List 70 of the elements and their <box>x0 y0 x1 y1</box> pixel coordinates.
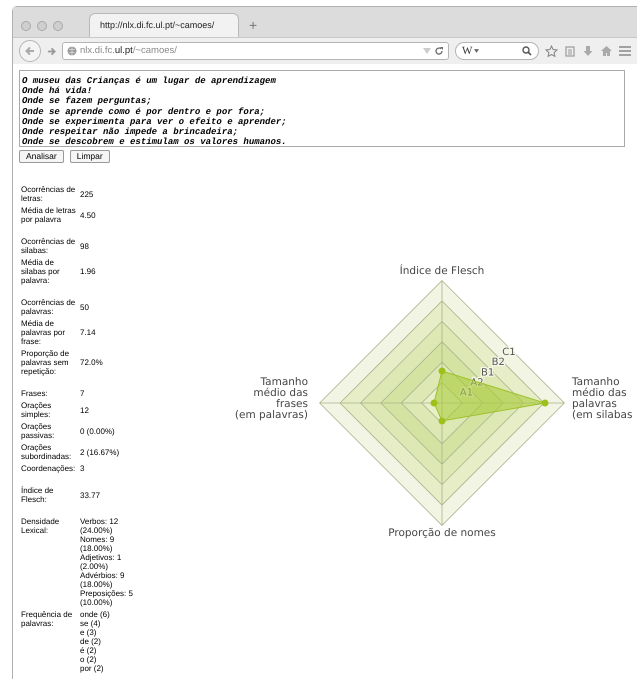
star-icon[interactable] <box>545 44 558 58</box>
form-button[interactable]: Analisar <box>19 150 64 163</box>
axis-label: Tamanho médio das palavras (em silabas <box>572 376 632 421</box>
stat-value: Adjetivos: 1 (2.00%) <box>80 553 122 571</box>
forward-arrow-icon[interactable] <box>47 46 56 56</box>
search-icon[interactable] <box>522 46 532 56</box>
stat-value: Preposições: 5 (10.00%) <box>80 589 134 607</box>
stat-value: 33.77 <box>80 490 100 500</box>
search-engine-label: W <box>462 44 472 59</box>
stat-value: 225 <box>80 190 94 198</box>
stat-value: Verbos: 12 (24.00%) <box>80 517 120 535</box>
level-label: B2 <box>492 357 505 368</box>
stat-label: Média de silabas por palavra: <box>21 258 61 285</box>
stat-value: é (2) <box>80 646 98 655</box>
stat-value: 0 (0.00%) <box>80 426 115 436</box>
stat-value: Nomes: 9 (18.00%) <box>80 535 116 553</box>
reload-icon[interactable] <box>434 46 444 56</box>
stat-label: Ocorrências de letras: <box>21 185 76 203</box>
stat-label: Orações passivas: <box>21 422 56 440</box>
stat-label: Média de letras por palavra <box>21 206 76 224</box>
stat-label: Densidade Lexical: <box>21 517 60 535</box>
stat-value: 50 <box>80 302 89 312</box>
stat-label: Orações simples: <box>21 401 52 419</box>
stat-value: Advérbios: 9 (18.00%) <box>80 571 126 589</box>
stat-value: 1.96 <box>80 267 96 276</box>
stat-value: 4.50 <box>80 210 96 220</box>
dropdown-icon <box>474 49 480 53</box>
axis-label: Índice de Flesch <box>400 265 484 277</box>
home-icon[interactable] <box>600 45 613 57</box>
stat-value: e (3) <box>80 628 98 637</box>
level-label: A2 <box>470 378 484 389</box>
stat-label: Frases: <box>21 389 49 398</box>
address-bar[interactable]: nlx.di.fc.ul.pt/~camoes/ <box>62 42 449 60</box>
browser-tab[interactable]: http://nlx.di.fc.ul.pt/~camoes/ <box>89 13 239 37</box>
url-text: nlx.di.fc.ul.pt/~camoes/ <box>80 44 177 58</box>
dropdown-icon <box>423 48 431 54</box>
stat-value: de (2) <box>80 637 102 646</box>
globe-icon <box>67 46 77 56</box>
download-arrow-icon[interactable] <box>582 45 594 57</box>
stat-label: Índice de Flesch: <box>21 486 54 504</box>
level-label: B1 <box>481 367 494 378</box>
stat-value: se (4) <box>80 619 102 628</box>
stat-value: 2 (16.67%) <box>80 448 120 456</box>
level-label: C1 <box>502 346 516 358</box>
stat-value: 72.0% <box>80 358 103 367</box>
stat-label: Média de palavras por frase: <box>21 319 66 346</box>
stat-value: onde (6) <box>80 610 111 619</box>
menu-icon[interactable] <box>619 46 631 56</box>
stat-label: Ocorrências de silabas: <box>21 237 76 255</box>
stat-value: 7 <box>80 389 84 398</box>
text-input[interactable]: O museu das Crianças é um lugar de aprendizagem Onde há vida! Onde se fazem perguntas; Onde se aprende como é por dentro e por fora; Onde se experimenta para ver o efeito e aprender; Onde respeitar não impede a brincadeira; Onde se descobrem e estimulam os valores humanos. <box>19 70 625 147</box>
stat-value: 12 <box>80 406 89 414</box>
back-arrow-icon <box>25 46 35 56</box>
stat-label: Ocorrências de palavras: <box>21 298 76 316</box>
stat-value: por (2) <box>80 664 105 673</box>
back-button[interactable] <box>19 40 41 62</box>
search-field[interactable]: W <box>455 42 539 60</box>
form-button[interactable]: Limpar <box>70 150 110 163</box>
level-label: A1 <box>460 388 473 399</box>
stat-value: 98 <box>80 242 89 250</box>
stat-value: 3 <box>80 464 84 473</box>
axis-label: Proporção de nomes <box>388 527 496 539</box>
stat-label: Frequência de palavras: <box>21 610 74 628</box>
axis-label: Tamanho médio das frases (em palavras) <box>234 376 308 421</box>
stat-label: Coordenações: <box>21 464 76 473</box>
clipboard-icon[interactable] <box>564 45 576 57</box>
stat-label: Orações subordinadas: <box>21 443 72 461</box>
stat-value: o (2) <box>80 655 98 664</box>
stat-value: 7.14 <box>80 328 96 337</box>
stat-label: Proporção de palavras sem repetição: <box>21 349 70 376</box>
